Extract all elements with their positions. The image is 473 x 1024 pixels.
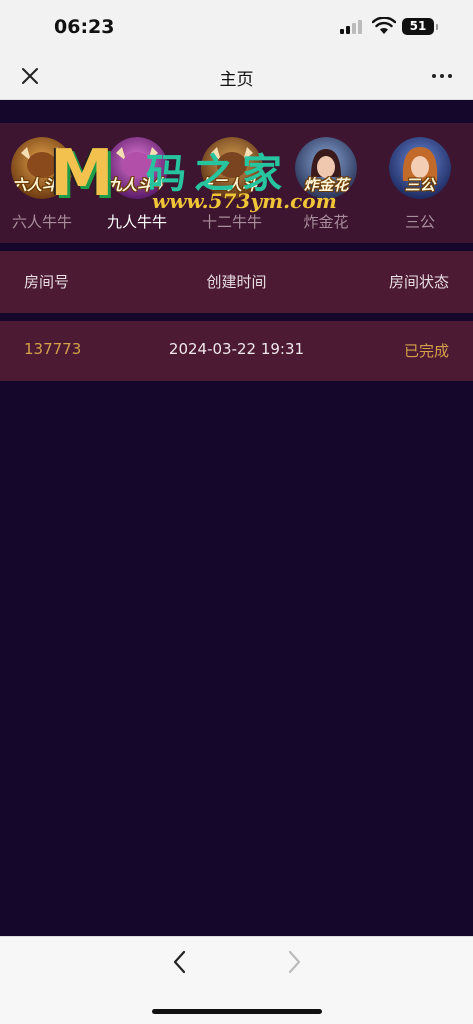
main-content: 六人斗牛 六人牛牛 九人斗牛 九人牛牛 二人斗 十二牛牛 炸金花 炸金花 三公 …	[0, 101, 473, 936]
nav-bar: 主页	[0, 52, 473, 100]
game-tab-six-niuniu[interactable]: 六人斗牛 六人牛牛	[0, 137, 88, 237]
game-icon-caption: 九人斗牛	[106, 176, 167, 194]
game-icon-caption: 六人斗牛	[11, 176, 72, 194]
chevron-right-icon[interactable]	[282, 949, 306, 975]
table-header: 房间号 创建时间 房间状态	[0, 251, 473, 313]
browser-toolbar	[0, 936, 473, 1024]
created-time: 2024-03-22 19:31	[168, 340, 305, 358]
home-indicator	[152, 1009, 322, 1014]
game-tab-zhajinhua[interactable]: 炸金花 炸金花	[280, 137, 372, 237]
game-label: 炸金花	[303, 213, 349, 231]
signal-icon	[340, 20, 366, 34]
twelve-niuniu-icon: 十二人斗牛	[201, 137, 263, 199]
game-icon-caption: 三公	[404, 176, 435, 194]
six-niuniu-icon: 六人斗牛	[11, 137, 73, 199]
table-row[interactable]: 137773 2024-03-22 19:31 已完成	[0, 321, 473, 381]
game-icon-caption: 炸金花	[303, 176, 349, 194]
wifi-icon	[372, 17, 396, 34]
status-time: 06:23	[54, 16, 115, 38]
game-tab-twelve-niuniu[interactable]: 十二人斗牛 十二牛牛	[186, 137, 278, 237]
game-icon-caption: 十二人斗牛	[201, 176, 263, 194]
room-status: 已完成	[403, 342, 449, 360]
game-label: 六人牛牛	[11, 213, 72, 231]
more-icon[interactable]	[432, 74, 454, 80]
header-room-status: 房间状态	[388, 273, 449, 291]
game-tab-sangong[interactable]: 三公 三公	[374, 137, 466, 237]
sangong-icon: 三公	[389, 137, 451, 199]
zhajinhua-icon: 炸金花	[295, 137, 357, 199]
nine-niuniu-icon: 九人斗牛	[106, 137, 168, 199]
game-tab-nine-niuniu[interactable]: 九人斗牛 九人牛牛	[91, 137, 183, 237]
status-bar: 06:23 51	[0, 0, 473, 52]
page-title: 主页	[219, 70, 254, 90]
game-selector: 六人斗牛 六人牛牛 九人斗牛 九人牛牛 二人斗 十二牛牛 炸金花 炸金花 三公 …	[0, 123, 473, 243]
game-label: 十二牛牛	[201, 213, 262, 231]
battery-icon: 51	[402, 18, 438, 35]
chevron-left-icon[interactable]	[168, 949, 192, 975]
game-label: 九人牛牛	[106, 213, 167, 231]
game-label: 三公	[404, 213, 435, 231]
